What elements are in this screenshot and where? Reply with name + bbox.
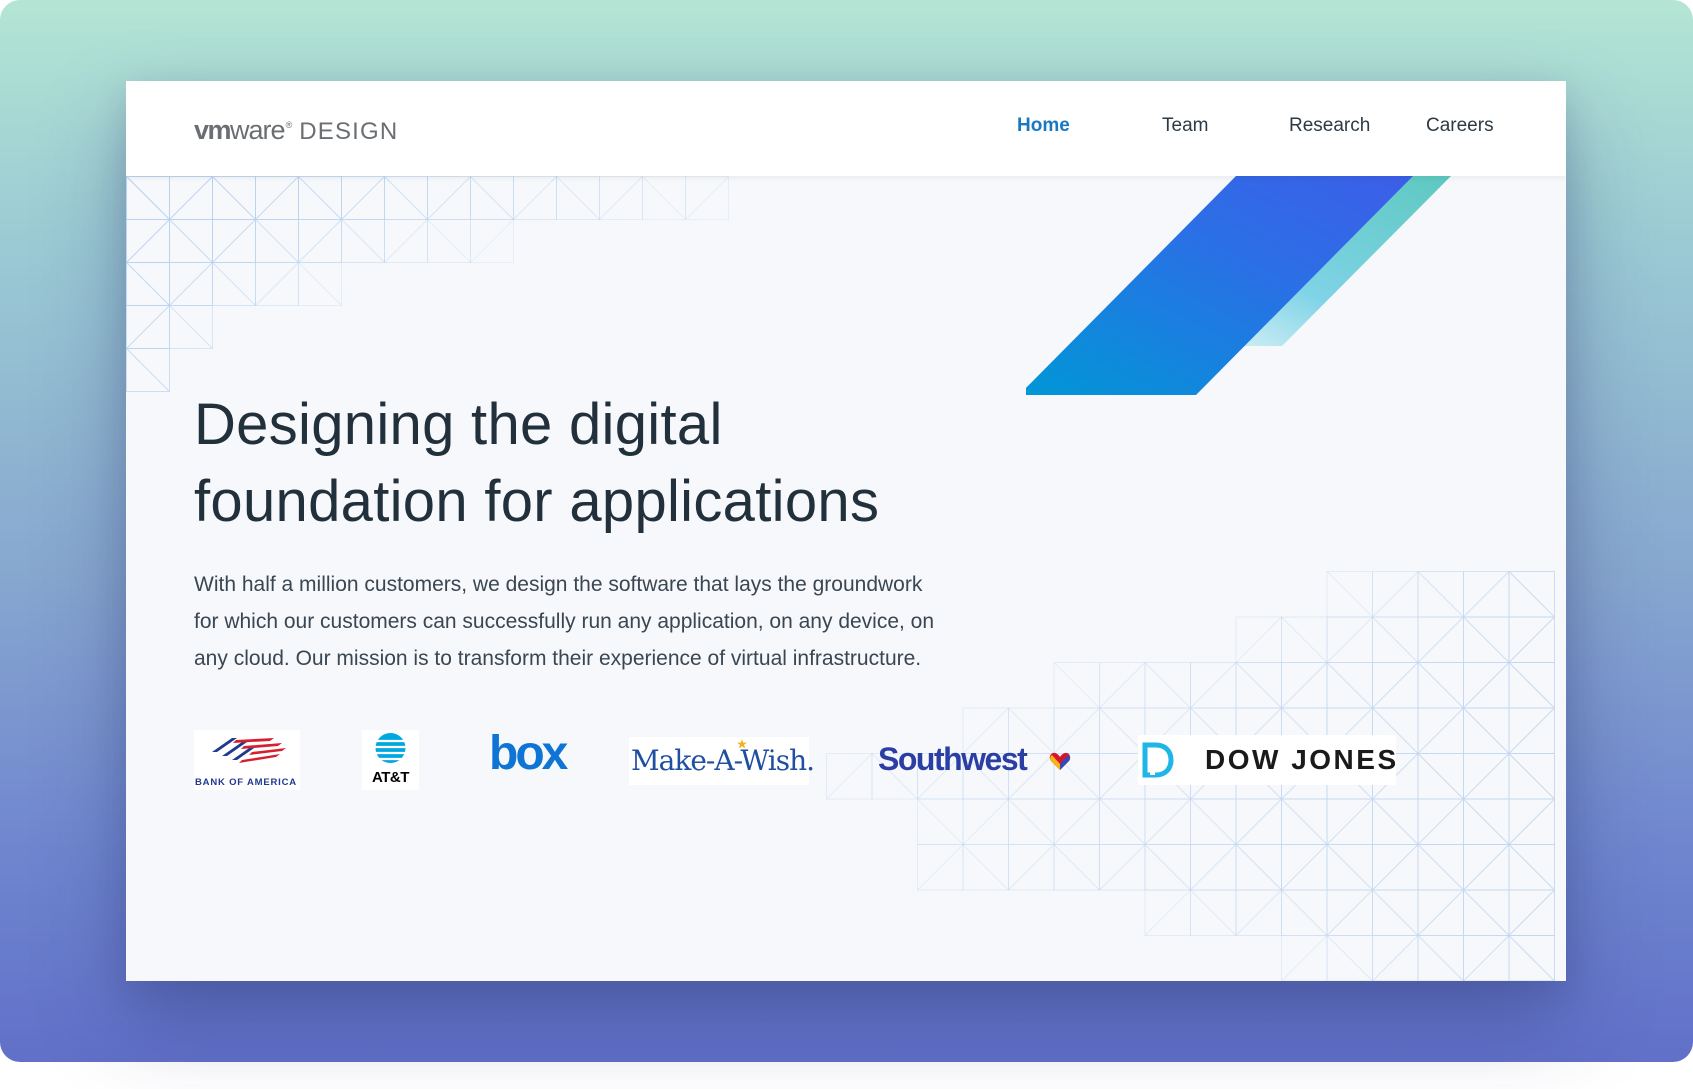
nav-careers-link[interactable]: Careers xyxy=(1426,115,1494,137)
hero-description-line: With half a million customers, we design… xyxy=(194,573,923,596)
browser-window: vm ware ® DESIGN Home Team Research Care… xyxy=(126,81,1566,981)
att-globe-icon xyxy=(375,733,406,763)
bank-of-america-flag-icon xyxy=(212,738,286,763)
dow-jones-wordmark: DOW JONES xyxy=(1205,744,1399,775)
box-logo: box xyxy=(489,727,568,780)
southwest-heart-icon xyxy=(1049,752,1071,770)
nav-team-link[interactable]: Team xyxy=(1162,115,1208,137)
registered-mark: ® xyxy=(285,120,293,130)
hero-title-line: Designing the digital xyxy=(194,392,723,457)
triangle-grid-pattern-top-left xyxy=(126,176,729,392)
hero-description-line: for which our customers can successfully… xyxy=(194,610,935,633)
make-a-wish-star-icon xyxy=(737,739,747,749)
nav-home-link[interactable]: Home xyxy=(1017,115,1070,137)
hero-description: With half a million customers, we design… xyxy=(194,566,1064,677)
bank-of-america-logo: BANK OF AMERICA xyxy=(194,730,300,790)
att-wordmark: AT&T xyxy=(372,769,409,786)
bank-of-america-wordmark: BANK OF AMERICA xyxy=(195,777,297,788)
blue-stripe xyxy=(1026,176,1413,395)
vmware-design-logo[interactable]: vm ware ® DESIGN xyxy=(194,115,398,146)
hero-description-line: any cloud. Our mission is to transform t… xyxy=(194,647,922,670)
brand-ware: ware xyxy=(230,115,286,145)
make-a-wish-logo: Make-A-Wish. xyxy=(629,737,815,785)
hero-title: Designing the digital foundation for app… xyxy=(194,386,1094,540)
southwest-logo: Southwest xyxy=(878,739,1073,783)
hero-title-line: foundation for applications xyxy=(194,469,880,534)
nav-research-link[interactable]: Research xyxy=(1289,115,1370,137)
southwest-wordmark: Southwest xyxy=(878,741,1028,777)
att-logo: AT&T xyxy=(362,730,419,790)
brand-design: DESIGN xyxy=(299,118,399,145)
diagonal-stripes-graphic xyxy=(1026,176,1451,395)
dow-jones-logo: DOW JONES xyxy=(1138,735,1396,785)
top-navbar: vm ware ® DESIGN Home Team Research Care… xyxy=(126,81,1566,176)
dow-jones-d-icon xyxy=(1142,742,1174,778)
brand-vm: vm xyxy=(194,115,232,145)
make-a-wish-wordmark: Make-A-Wish. xyxy=(631,744,815,777)
